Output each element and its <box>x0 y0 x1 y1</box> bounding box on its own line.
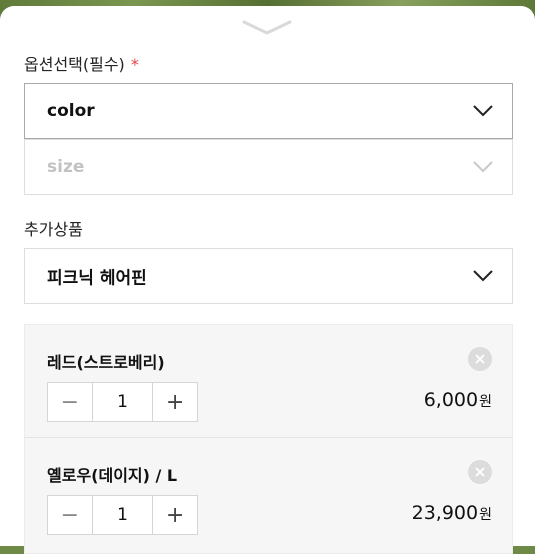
option-label-text: 옵션선택(필수) <box>24 55 125 74</box>
chevron-down-icon <box>472 104 494 118</box>
chevron-down-icon <box>472 269 494 283</box>
item-price: 23,900원 <box>412 502 492 524</box>
price-amount: 6,000 <box>423 389 479 411</box>
close-icon[interactable] <box>468 347 492 371</box>
decrease-button[interactable]: − <box>48 383 92 421</box>
size-select[interactable]: size <box>24 139 513 195</box>
decrease-button[interactable]: − <box>48 496 92 534</box>
increase-button[interactable]: + <box>153 496 197 534</box>
quantity-value[interactable]: 1 <box>91 383 154 421</box>
quantity-value[interactable]: 1 <box>91 496 154 534</box>
color-select-value: color <box>47 101 95 121</box>
quantity-stepper: − 1 + <box>47 495 198 535</box>
option-section-label: 옵션선택(필수) * <box>24 51 139 75</box>
price-amount: 23,900 <box>411 502 479 524</box>
selected-items-list: 레드(스트로베리) − 1 + 6,000원 옐로우(데이지) / L − 1 … <box>24 324 513 554</box>
price-currency: 원 <box>479 507 492 523</box>
item-name: 레드(스트로베리) <box>47 353 165 372</box>
size-select-value: size <box>47 157 85 177</box>
item-price: 6,000원 <box>424 389 492 411</box>
increase-button[interactable]: + <box>153 383 197 421</box>
color-select[interactable]: color <box>24 83 513 139</box>
addon-section-label: 추가상품 <box>24 220 83 239</box>
addon-select[interactable]: 피크닉 헤어핀 <box>24 248 513 304</box>
close-icon[interactable] <box>468 460 492 484</box>
quantity-stepper: − 1 + <box>47 382 198 422</box>
item-name: 옐로우(데이지) / L <box>47 466 178 485</box>
list-item: 옐로우(데이지) / L − 1 + 23,900원 <box>25 437 512 550</box>
collapse-handle-icon[interactable] <box>242 18 292 38</box>
chevron-down-icon <box>472 160 494 174</box>
addon-select-value: 피크닉 헤어핀 <box>47 268 147 289</box>
price-currency: 원 <box>479 394 492 410</box>
options-bottom-sheet: 옵션선택(필수) * color size 추가상품 피크닉 헤어핀 레드(스트로… <box>0 6 535 554</box>
required-mark: * <box>130 55 139 74</box>
list-item: 레드(스트로베리) − 1 + 6,000원 <box>25 325 512 437</box>
